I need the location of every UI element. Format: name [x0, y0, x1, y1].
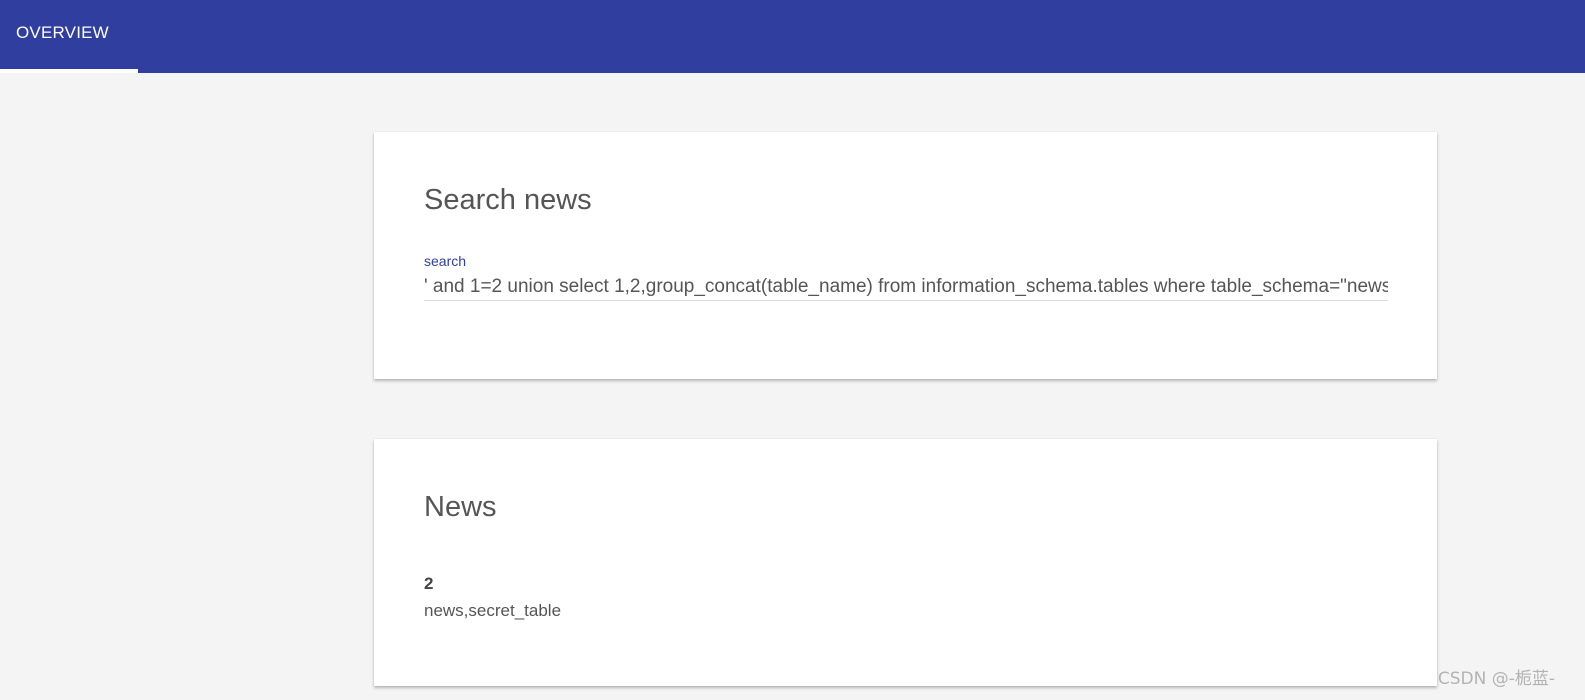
- search-card: Search news search: [374, 132, 1437, 379]
- search-field-label: search: [424, 253, 467, 269]
- news-card-title: News: [424, 491, 497, 523]
- news-item: 2 news,secret_table: [424, 574, 561, 621]
- search-input[interactable]: [424, 274, 1388, 301]
- news-item-id: 2: [424, 574, 434, 593]
- news-item-content: news,secret_table: [424, 601, 562, 620]
- tab-overview-label: OVERVIEW: [16, 23, 109, 42]
- search-card-title: Search news: [424, 184, 592, 216]
- news-card: News 2 news,secret_table: [374, 439, 1437, 686]
- top-app-bar: OVERVIEW: [0, 0, 1585, 73]
- active-tab-indicator: [0, 69, 138, 73]
- watermark: CSDN @-栀蓝-: [1437, 669, 1555, 689]
- tab-overview[interactable]: OVERVIEW: [0, 0, 138, 73]
